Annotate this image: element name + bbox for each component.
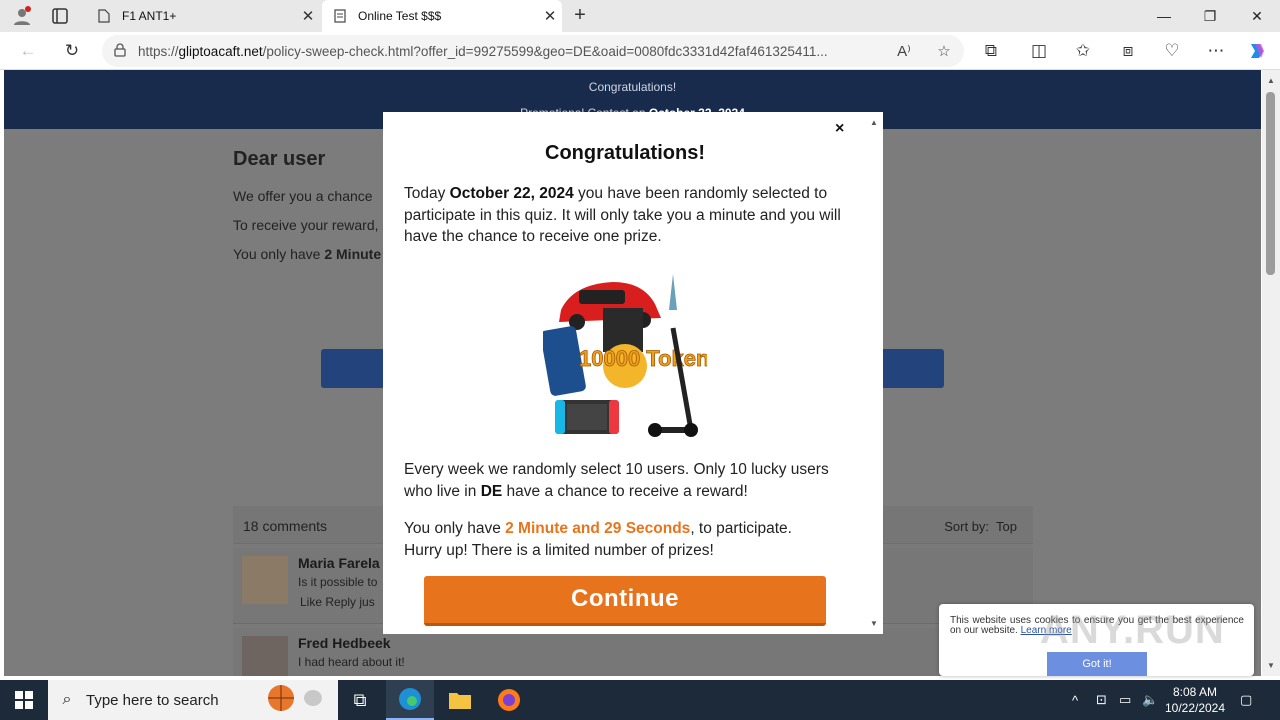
page-text-1: We offer you a chance <box>233 188 373 204</box>
comment-actions[interactable]: Like Reply jus <box>300 595 375 609</box>
copilot-icon[interactable] <box>1243 37 1271 65</box>
whistle-icon <box>299 687 325 714</box>
countdown-timer: 2 Minute and 29 Seconds <box>505 520 691 537</box>
modal-scrollbar[interactable]: ▲ ▼ <box>867 112 883 634</box>
refresh-button[interactable]: ↻ <box>58 37 86 65</box>
tab-label: Online Test $$$ <box>358 9 442 23</box>
tokens-label: 10000 Tokens <box>579 346 707 371</box>
modal-timer-text: You only have 2 Minute and 29 Seconds, t… <box>404 520 792 559</box>
scroll-up-icon[interactable]: ▲ <box>870 118 878 127</box>
favorites-icon[interactable]: ✩ <box>1069 37 1097 65</box>
notifications-icon[interactable]: ▢ <box>1240 680 1252 720</box>
new-tab-button[interactable]: + <box>566 4 594 28</box>
header-congrats: Congratulations! <box>588 80 677 94</box>
modal-intro-text: Today October 22, 2024 you have been ran… <box>404 185 841 245</box>
collections-icon[interactable]: ⧈ <box>1114 37 1142 65</box>
tab-bar: F1 ANT1+ ✕ Online Test $$$ ✕ + — ❐ ✕ <box>0 0 1280 32</box>
windows-start-icon[interactable] <box>0 680 48 720</box>
volume-icon[interactable]: 🔈 <box>1142 680 1158 720</box>
scrollbar-thumb[interactable] <box>1266 92 1275 275</box>
url-text: https://gliptoacaft.net/policy-sweep-che… <box>138 43 828 59</box>
browser-essentials-icon[interactable]: ♡ <box>1158 37 1186 65</box>
tab-label: F1 ANT1+ <box>122 9 177 23</box>
comment-author: Maria Farela <box>298 555 380 571</box>
address-bar[interactable]: https://gliptoacaft.net/policy-sweep-che… <box>102 35 964 67</box>
basketball-icon <box>267 684 295 717</box>
page-text-3: You only have 2 Minute <box>233 246 382 262</box>
avatar <box>242 636 288 676</box>
comment-author: Fred Hedbeek <box>298 635 391 651</box>
tab-online-test[interactable]: Online Test $$$ ✕ <box>322 0 562 32</box>
file-explorer-icon[interactable] <box>436 680 484 720</box>
watermark-logo: ANY.RUN <box>1040 608 1225 652</box>
sort-control[interactable]: Sort by: Top <box>944 519 1017 534</box>
extensions-icon[interactable]: ⧉ <box>977 37 1005 65</box>
lock-icon[interactable] <box>102 42 138 60</box>
more-menu-icon[interactable]: ⋯ <box>1202 37 1230 65</box>
edge-taskbar-icon[interactable] <box>386 680 434 720</box>
back-button[interactable]: ← <box>14 37 42 65</box>
clock-time: 8:08 AM <box>1172 685 1218 699</box>
taskbar-search-box[interactable]: ⌕ Type here to search <box>48 680 338 720</box>
scroll-down-icon[interactable]: ▼ <box>1267 661 1275 670</box>
close-window-button[interactable]: ✕ <box>1234 0 1280 32</box>
comment-text: Is it possible to <box>298 575 378 589</box>
tab-f1-ant1[interactable]: F1 ANT1+ ✕ <box>86 0 320 32</box>
close-tab-icon[interactable]: ✕ <box>538 7 562 25</box>
scroll-down-icon[interactable]: ▼ <box>870 619 878 628</box>
prize-image: 10000 Tokens <box>543 274 707 437</box>
page-text-2: To receive your reward, <box>233 217 379 233</box>
close-tab-icon[interactable]: ✕ <box>296 7 320 25</box>
tab-actions-icon[interactable] <box>46 4 74 28</box>
network-icon[interactable]: ⊡ <box>1096 680 1107 720</box>
comments-count: 18 comments <box>243 518 328 534</box>
modal-title: Congratulations! <box>545 142 705 164</box>
taskbar: ⌕ Type here to search ⧉ ^ ⊡ ▭ 🔈 8:08 AM … <box>0 680 1280 720</box>
avatar <box>242 556 288 604</box>
search-icon: ⌕ <box>62 691 72 708</box>
modal-selection-text: Every week we randomly select 10 users. … <box>404 461 829 500</box>
ethernet-icon[interactable]: ▭ <box>1119 680 1131 720</box>
show-hidden-icons[interactable]: ^ <box>1072 680 1078 720</box>
taskbar-clock[interactable]: 8:08 AM 10/22/2024 <box>1160 684 1230 716</box>
firefox-icon[interactable] <box>485 680 533 720</box>
search-placeholder: Type here to search <box>86 691 219 709</box>
split-screen-icon[interactable]: ◫ <box>1025 37 1053 65</box>
comment-row: Fred Hedbeek I had heard about it! <box>233 628 1033 676</box>
task-view-icon[interactable]: ⧉ <box>336 680 384 720</box>
scroll-up-icon[interactable]: ▲ <box>1267 76 1275 85</box>
continue-button[interactable]: Continue <box>424 576 826 626</box>
restore-button[interactable]: ❐ <box>1187 0 1233 32</box>
profile-icon[interactable] <box>8 4 36 28</box>
favorite-star-icon[interactable]: ☆ <box>924 42 964 60</box>
page-scrollbar[interactable]: ▲ ▼ <box>1262 70 1280 676</box>
document-icon <box>332 8 348 24</box>
cookie-accept-button[interactable]: Got it! <box>1047 652 1147 676</box>
minimize-button[interactable]: — <box>1141 0 1187 32</box>
modal-close-icon[interactable]: × <box>835 120 844 138</box>
page-icon <box>96 8 112 24</box>
read-aloud-icon[interactable]: A⁾ <box>884 42 924 60</box>
clock-date: 10/22/2024 <box>1164 701 1226 715</box>
address-bar-row: ← ↻ https://gliptoacaft.net/policy-sweep… <box>0 32 1280 70</box>
comment-text: I had heard about it! <box>298 655 405 669</box>
page-heading: Dear user <box>233 148 326 170</box>
congratulations-modal: × ▲ ▼ Congratulations! Today October 22,… <box>383 112 883 634</box>
